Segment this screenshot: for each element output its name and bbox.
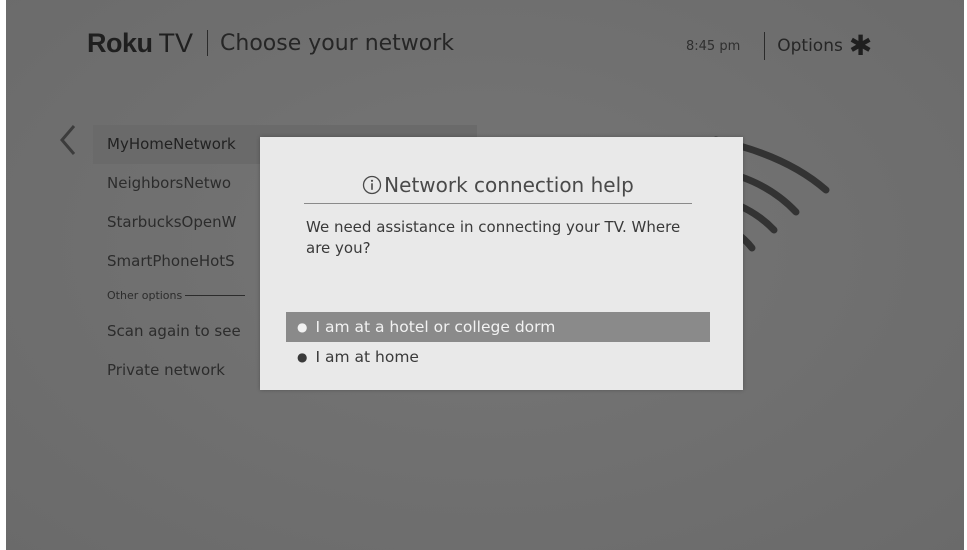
scan-again-label: Scan again to see — [107, 322, 241, 340]
dialog-title-text: Network connection help — [384, 173, 634, 197]
network-item-label: StarbucksOpenW — [107, 213, 237, 231]
brand-roku: Roku — [87, 27, 153, 58]
option-label: I am at home — [315, 348, 419, 366]
dialog-title: Network connection help — [304, 171, 692, 204]
header-divider — [207, 30, 209, 56]
option-home[interactable]: ● I am at home — [286, 342, 710, 372]
header-right: 8:45 pm Options ✱ — [686, 32, 872, 60]
page-title: Choose your network — [220, 30, 455, 56]
network-item-label: SmartPhoneHotS — [107, 252, 235, 270]
divider-line — [185, 294, 246, 296]
brand-logo: Roku TV Choose your network — [87, 28, 454, 58]
chevron-left-icon[interactable] — [56, 124, 80, 156]
brand-tv: TV — [158, 27, 194, 58]
network-item-label: NeighborsNetwo — [107, 174, 232, 192]
bullet-icon: ● — [297, 320, 308, 334]
network-item-label: MyHomeNetwork — [107, 135, 236, 153]
header-right-divider — [764, 32, 766, 60]
option-label: I am at a hotel or college dorm — [315, 318, 556, 336]
other-options-label: Other options — [107, 288, 183, 302]
network-help-dialog: Network connection help We need assistan… — [260, 137, 743, 390]
asterisk-icon: ✱ — [848, 29, 873, 62]
dialog-message: We need assistance in connecting your TV… — [306, 218, 681, 257]
options-button[interactable]: Options ✱ — [777, 29, 873, 62]
bullet-icon: ● — [297, 350, 308, 364]
private-network-label: Private network — [107, 361, 225, 379]
tv-screen: Roku TV Choose your network 8:45 pm Opti… — [6, 0, 964, 550]
info-icon — [363, 175, 382, 195]
clock: 8:45 pm — [686, 38, 741, 54]
options-label: Options — [777, 36, 843, 56]
dialog-options: ● I am at a hotel or college dorm ● I am… — [286, 312, 710, 372]
option-hotel-dorm[interactable]: ● I am at a hotel or college dorm — [286, 312, 710, 342]
